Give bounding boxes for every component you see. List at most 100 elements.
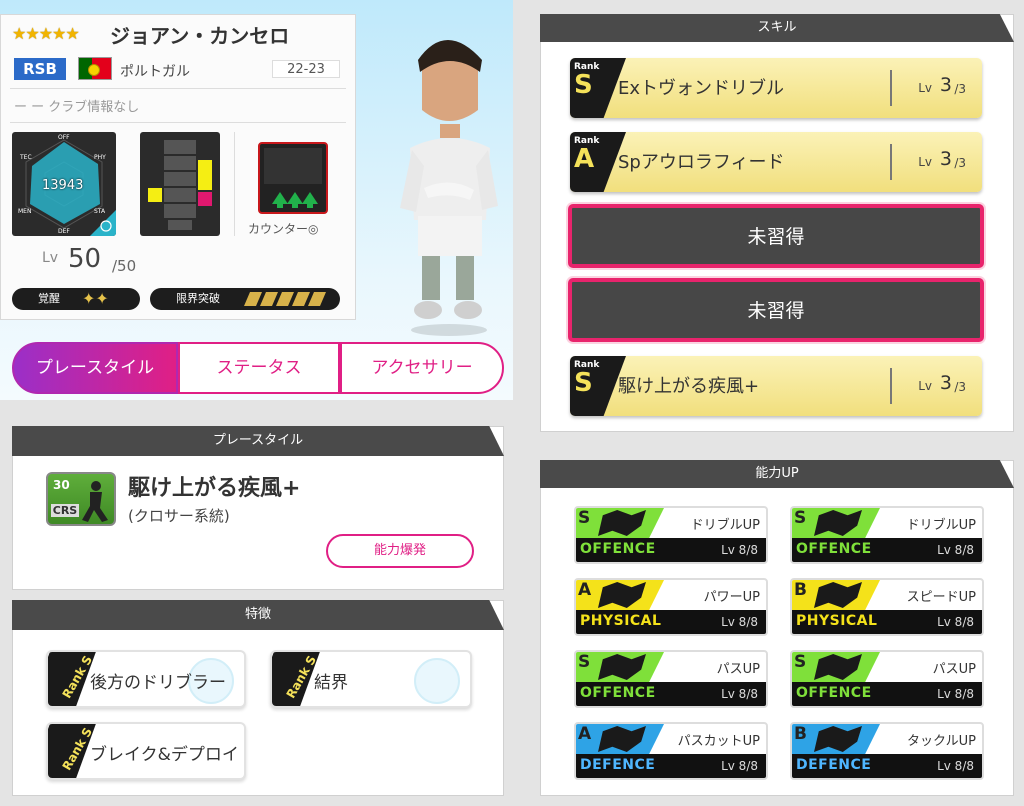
ability-grade: S bbox=[794, 652, 807, 672]
ability-footer: OFFENCE Lv 8/8 bbox=[792, 682, 982, 706]
divider bbox=[234, 132, 235, 236]
ability-grade: S bbox=[578, 508, 591, 528]
trait-item[interactable]: Rank S 結界 bbox=[270, 650, 472, 708]
radar-label: STA bbox=[94, 208, 106, 215]
level-label: Lv bbox=[42, 250, 59, 266]
counter-tactic-icon[interactable] bbox=[258, 142, 328, 214]
skill-slot-empty[interactable]: 未習得 bbox=[568, 278, 984, 342]
ability-level: Lv 8/8 bbox=[721, 687, 758, 701]
ability-footer: DEFENCE Lv 8/8 bbox=[792, 754, 982, 778]
ability-card[interactable]: S パスUP OFFENCE Lv 8/8 bbox=[574, 650, 768, 708]
divider bbox=[890, 70, 892, 106]
position-badge: RSB bbox=[14, 58, 66, 80]
radar-label: DEF bbox=[58, 228, 70, 235]
ability-footer: DEFENCE Lv 8/8 bbox=[576, 754, 766, 778]
position-cell bbox=[164, 204, 196, 218]
tactic-label: カウンター◎ bbox=[248, 222, 319, 236]
ability-card[interactable]: S ドリブルUP OFFENCE Lv 8/8 bbox=[790, 506, 984, 564]
skills-header: スキル bbox=[540, 14, 1014, 42]
skill-item[interactable]: Rank S 駆け上がる疾風+ Lv 3 /3 bbox=[570, 356, 982, 416]
playstyle-crosser-icon: 30 CRS bbox=[46, 472, 116, 526]
ability-label: ドリブルUP bbox=[906, 518, 976, 533]
total-power: 13943 bbox=[42, 178, 84, 193]
rarity-stars: ★★★★★ bbox=[12, 24, 80, 43]
tab-status[interactable]: ステータス bbox=[178, 342, 340, 394]
tab-playstyle[interactable]: プレースタイル bbox=[12, 342, 178, 394]
rank-grade: S bbox=[574, 368, 593, 398]
traits-header: 特徴 bbox=[12, 600, 504, 630]
ability-category: PHYSICAL bbox=[796, 613, 878, 629]
ability-level: Lv 8/8 bbox=[937, 687, 974, 701]
ability-category: OFFENCE bbox=[796, 541, 872, 557]
ability-card[interactable]: A パスカットUP DEFENCE Lv 8/8 bbox=[574, 722, 768, 780]
ability-label: パスカットUP bbox=[677, 734, 760, 749]
soccer-ball-icon bbox=[414, 658, 460, 704]
position-cell bbox=[164, 172, 196, 186]
ability-card[interactable]: B タックルUP DEFENCE Lv 8/8 bbox=[790, 722, 984, 780]
ability-category: PHYSICAL bbox=[580, 613, 662, 629]
limit-break-bars-icon bbox=[244, 292, 326, 306]
ability-category: DEFENCE bbox=[796, 757, 872, 773]
radar-label: OFF bbox=[58, 134, 70, 141]
position-cell bbox=[164, 156, 196, 170]
playstyle-header: プレースタイル bbox=[12, 426, 504, 456]
skill-level-max: /3 bbox=[954, 82, 966, 96]
ability-burst-button[interactable]: 能力爆発 bbox=[326, 534, 474, 568]
trait-item[interactable]: Rank S ブレイク&デプロイ bbox=[46, 722, 246, 780]
ability-grade: S bbox=[578, 652, 591, 672]
country-name: ポルトガル bbox=[120, 64, 190, 80]
unlearned-label: 未習得 bbox=[747, 226, 805, 248]
playstyle-subtitle: (クロサー系統) bbox=[128, 507, 230, 525]
ability-card[interactable]: A パワーUP PHYSICAL Lv 8/8 bbox=[574, 578, 768, 636]
ability-category: DEFENCE bbox=[580, 757, 656, 773]
ability-card[interactable]: S パスUP OFFENCE Lv 8/8 bbox=[790, 650, 984, 708]
playstyle-level: 30 bbox=[53, 478, 70, 492]
ability-label: パワーUP bbox=[703, 590, 760, 605]
ability-level: Lv 8/8 bbox=[937, 759, 974, 773]
awaken-star-icon: ✦✦ bbox=[82, 289, 109, 308]
skill-level-max: /3 bbox=[954, 156, 966, 170]
skill-name: Exトヴォンドリブル bbox=[618, 78, 785, 99]
position-cell bbox=[164, 140, 196, 154]
ability-card[interactable]: B スピードUP PHYSICAL Lv 8/8 bbox=[790, 578, 984, 636]
skill-level: 3 bbox=[939, 74, 952, 96]
ability-grade: S bbox=[794, 508, 807, 528]
ability-label: スピードUP bbox=[906, 590, 976, 605]
skill-item[interactable]: Rank A Spアウロラフィード Lv 3 /3 bbox=[570, 132, 982, 192]
formation-map[interactable] bbox=[140, 132, 220, 236]
trait-name: 後方のドリブラー bbox=[90, 673, 226, 693]
ability-footer: OFFENCE Lv 8/8 bbox=[576, 538, 766, 562]
skill-item[interactable]: Rank S Exトヴォンドリブル Lv 3 /3 bbox=[570, 58, 982, 118]
position-cell-active bbox=[198, 160, 212, 190]
radar-label: MEN bbox=[18, 208, 32, 215]
playstyle-name: 駆け上がる疾風+ bbox=[128, 476, 301, 501]
playstyle-code: CRS bbox=[51, 504, 79, 517]
skill-name: 駆け上がる疾風+ bbox=[618, 376, 760, 397]
unlearned-label: 未習得 bbox=[747, 300, 805, 322]
ability-footer: PHYSICAL Lv 8/8 bbox=[792, 610, 982, 634]
ability-level: Lv 8/8 bbox=[937, 615, 974, 629]
limit-break-pill[interactable]: 限界突破 bbox=[150, 288, 340, 310]
kicking-player-icon bbox=[82, 481, 108, 522]
ability-card[interactable]: S ドリブルUP OFFENCE Lv 8/8 bbox=[574, 506, 768, 564]
trait-item[interactable]: Rank S 後方のドリブラー bbox=[46, 650, 246, 708]
divider bbox=[890, 368, 892, 404]
rank-grade: S bbox=[574, 70, 593, 100]
level-value: 50 bbox=[68, 244, 102, 274]
skill-name: Spアウロラフィード bbox=[618, 152, 785, 173]
radar-label: TEC bbox=[20, 154, 32, 161]
position-cell bbox=[168, 220, 192, 230]
ability-label: パスUP bbox=[932, 662, 976, 677]
skill-slot-empty[interactable]: 未習得 bbox=[568, 204, 984, 268]
position-cell-main bbox=[198, 192, 212, 206]
player-avatar bbox=[400, 40, 498, 336]
awaken-label: 覚醒 bbox=[38, 292, 60, 305]
awaken-pill[interactable]: 覚醒 ✦✦ bbox=[12, 288, 140, 310]
ability-level: Lv 8/8 bbox=[721, 759, 758, 773]
ability-footer: OFFENCE Lv 8/8 bbox=[792, 538, 982, 562]
ability-grade: A bbox=[578, 580, 592, 600]
tab-accessory[interactable]: アクセサリー bbox=[340, 342, 504, 394]
ability-level: Lv 8/8 bbox=[937, 543, 974, 557]
position-cell-active bbox=[148, 188, 162, 202]
rank-grade: A bbox=[574, 144, 595, 174]
